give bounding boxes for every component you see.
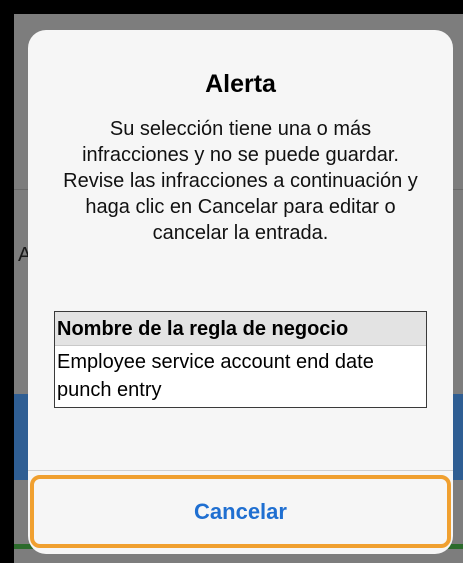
alert-dialog: Alerta Su selección tiene una o más infr… <box>28 30 453 554</box>
alert-message: Su selección tiene una o más infraccione… <box>63 118 418 244</box>
table-header: Nombre de la regla de negocio <box>55 312 426 346</box>
alert-actions: Cancelar <box>28 470 453 554</box>
table-row: Employee service account end date punch … <box>57 351 374 401</box>
alert-title: Alerta <box>205 70 276 98</box>
cancel-button[interactable]: Cancelar <box>30 475 451 548</box>
business-rules-table: Nombre de la regla de negocio Employee s… <box>54 311 427 408</box>
